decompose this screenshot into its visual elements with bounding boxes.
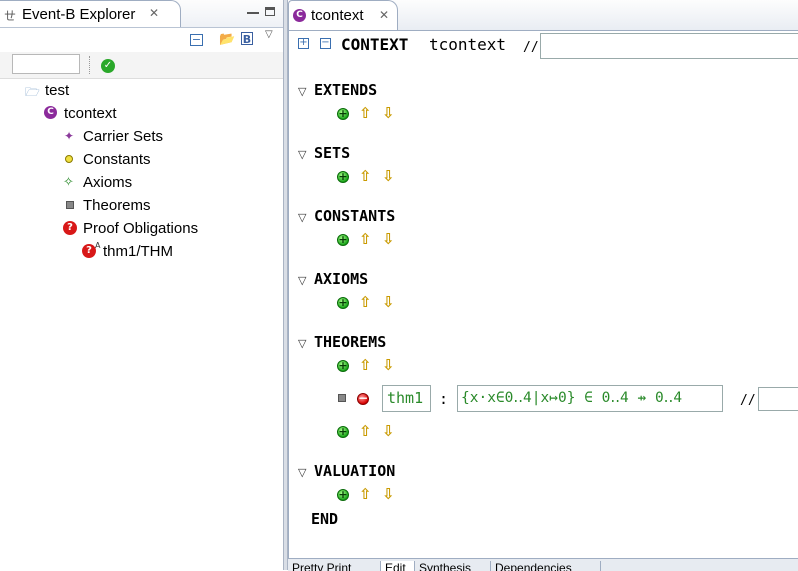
move-up-icon[interactable]: ⇧ bbox=[359, 358, 372, 373]
move-down-icon[interactable]: ⇩ bbox=[382, 424, 395, 439]
comment-mark: // bbox=[523, 40, 539, 55]
constants-icon bbox=[65, 155, 73, 163]
move-up-icon[interactable]: ⇧ bbox=[359, 106, 372, 121]
add-icon[interactable]: + bbox=[337, 297, 349, 309]
tree-item-tcontext[interactable]: tcontext bbox=[64, 105, 117, 122]
context-keyword: CONTEXT bbox=[341, 35, 409, 54]
move-up-icon[interactable]: ⇧ bbox=[359, 169, 372, 184]
add-icon[interactable]: + bbox=[337, 426, 349, 438]
section-toggle-icon[interactable]: ▽ bbox=[298, 337, 306, 350]
move-down-icon[interactable]: ⇩ bbox=[382, 169, 395, 184]
carrier-sets-icon: ✦ bbox=[64, 129, 75, 143]
add-icon[interactable]: + bbox=[337, 360, 349, 372]
auto-proof-mark-icon: A bbox=[95, 241, 101, 250]
explorer-toolbar: − 📂 B ▽ bbox=[0, 28, 284, 52]
view-menu-icon[interactable]: ▽ bbox=[265, 29, 273, 40]
section-sets: SETS bbox=[314, 144, 351, 162]
proof-obligations-icon: ? bbox=[63, 221, 77, 235]
filter-separator bbox=[89, 56, 90, 74]
theorem-label-field[interactable]: thm1 bbox=[382, 385, 431, 412]
section-valuation: VALUATION bbox=[314, 462, 396, 480]
expand-all-icon[interactable]: + bbox=[298, 38, 309, 49]
move-up-icon[interactable]: ⇧ bbox=[359, 295, 372, 310]
tree-item-axioms[interactable]: Axioms bbox=[83, 174, 132, 191]
editor-tab-tcontext[interactable]: C tcontext ✕ bbox=[288, 0, 398, 30]
section-toggle-icon[interactable]: ▽ bbox=[298, 211, 306, 224]
theorem-predicate-field[interactable]: {x·x∈0‥4|x↦0} ∈ 0‥4 ⇸ 0‥4 bbox=[457, 385, 723, 412]
move-down-icon[interactable]: ⇩ bbox=[382, 232, 395, 247]
add-icon[interactable]: + bbox=[337, 489, 349, 501]
theorem-icon bbox=[338, 394, 346, 402]
section-axioms: AXIOMS bbox=[314, 270, 369, 288]
section-toggle-icon[interactable]: ▽ bbox=[298, 274, 306, 287]
move-up-icon[interactable]: ⇧ bbox=[359, 232, 372, 247]
tree-item-test[interactable]: test bbox=[45, 82, 69, 99]
new-project-icon[interactable]: 📂 bbox=[219, 32, 235, 47]
section-toggle-icon[interactable]: ▽ bbox=[298, 466, 306, 479]
axioms-icon: ✧ bbox=[63, 175, 74, 190]
tree-item-theorems[interactable]: Theorems bbox=[83, 197, 151, 214]
section-toggle-icon[interactable]: ▽ bbox=[298, 85, 306, 98]
add-icon[interactable]: + bbox=[337, 171, 349, 183]
move-down-icon[interactable]: ⇩ bbox=[382, 106, 395, 121]
editor-page-tabs: Pretty Print Edit Synthesis Dependencies bbox=[288, 558, 798, 571]
close-icon[interactable]: ✕ bbox=[379, 8, 389, 22]
move-up-icon[interactable]: ⇧ bbox=[359, 424, 372, 439]
tree-item-thm1[interactable]: thm1/THM bbox=[103, 243, 173, 260]
label-separator: : bbox=[439, 390, 449, 408]
explorer-view-icon: ㄝ bbox=[4, 9, 17, 23]
explorer-tab[interactable]: ㄝ Event-B Explorer ✕ bbox=[0, 0, 181, 27]
theorem-comment-field[interactable] bbox=[758, 387, 798, 411]
move-up-icon[interactable]: ⇧ bbox=[359, 487, 372, 502]
new-component-icon[interactable]: B bbox=[241, 32, 253, 46]
collapse-all-icon[interactable]: − bbox=[190, 34, 203, 46]
folder-open-icon: 🗁 bbox=[25, 85, 40, 99]
move-down-icon[interactable]: ⇩ bbox=[382, 295, 395, 310]
end-keyword: END bbox=[311, 510, 339, 528]
editor-tab-title: tcontext bbox=[311, 7, 364, 24]
move-down-icon[interactable]: ⇩ bbox=[382, 487, 395, 502]
remove-icon[interactable]: − bbox=[357, 392, 369, 405]
section-theorems: THEOREMS bbox=[314, 333, 387, 351]
tree-item-proof-obligations[interactable]: Proof Obligations bbox=[83, 220, 198, 237]
add-icon[interactable]: + bbox=[337, 234, 349, 246]
tree-item-carrier-sets[interactable]: Carrier Sets bbox=[83, 128, 163, 145]
close-icon[interactable]: ✕ bbox=[149, 6, 159, 20]
context-icon: C bbox=[293, 9, 306, 22]
context-name[interactable]: tcontext bbox=[429, 35, 506, 54]
comment-mark: // bbox=[740, 393, 756, 408]
explorer-tab-title: Event-B Explorer bbox=[22, 6, 136, 23]
add-icon[interactable]: + bbox=[337, 108, 349, 120]
minimize-icon[interactable] bbox=[247, 4, 259, 14]
move-down-icon[interactable]: ⇩ bbox=[382, 358, 395, 373]
section-constants: CONSTANTS bbox=[314, 207, 396, 225]
context-comment-field[interactable] bbox=[540, 33, 798, 59]
editor-left-border bbox=[288, 30, 289, 558]
section-extends: EXTENDS bbox=[314, 81, 378, 99]
tree-item-constants[interactable]: Constants bbox=[83, 151, 151, 168]
section-toggle-icon[interactable]: ▽ bbox=[298, 148, 306, 161]
proof-obligation-undischarged-icon: ? bbox=[82, 244, 96, 258]
context-icon: C bbox=[44, 106, 57, 119]
theorems-icon bbox=[66, 201, 74, 209]
maximize-icon[interactable] bbox=[265, 7, 275, 16]
filter-apply-icon[interactable]: ✓ bbox=[101, 59, 115, 73]
explorer-panel bbox=[0, 0, 284, 570]
collapse-all-icon[interactable]: − bbox=[320, 38, 331, 49]
filter-input[interactable] bbox=[12, 54, 80, 74]
